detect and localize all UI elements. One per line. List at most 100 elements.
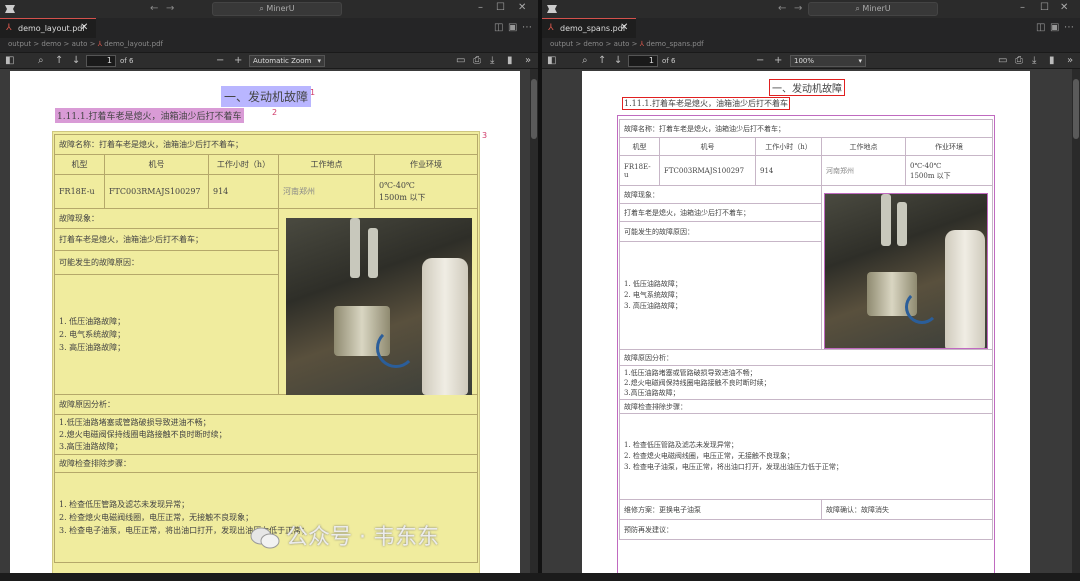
open-file-icon[interactable]: ▭ [456, 55, 465, 67]
list-item: 3.高压油路故障； [59, 441, 123, 451]
zoom-value: 100% [794, 57, 815, 65]
breadcrumb-item[interactable]: demo_spans.pdf [646, 40, 703, 48]
list-item: 2. 电气系统故障； [59, 330, 126, 339]
forward-arrow-icon[interactable]: → [794, 3, 802, 14]
split-editor-icon[interactable]: ◫ [1036, 22, 1045, 33]
header-cell: 机型 [54, 154, 105, 175]
doc-subtitle: 1.11.1.打着车老是熄火，油箱油少后打不着车 [622, 97, 790, 110]
forward-arrow-icon[interactable]: → [166, 3, 174, 14]
vertical-scrollbar[interactable] [1072, 69, 1080, 581]
page-number-input[interactable]: 1 [86, 55, 116, 67]
bookmark-icon[interactable]: ▮ [1049, 55, 1055, 67]
tab-bar: ⅄ demo_spans.pdf ✕ [542, 18, 1080, 38]
breadcrumb-item[interactable]: auto [614, 40, 630, 48]
prevention-label: 预防再发建议： [619, 519, 993, 540]
scrollbar-thumb[interactable] [1073, 79, 1079, 139]
pdf-file-icon: ⅄ [6, 23, 12, 33]
minimize-icon[interactable]: – [1020, 2, 1025, 13]
breadcrumb-item[interactable]: demo_layout.pdf [104, 40, 163, 48]
close-tab-icon[interactable]: ✕ [620, 22, 628, 33]
page-number-input[interactable]: 1 [628, 55, 658, 67]
zoom-in-icon[interactable]: + [774, 55, 782, 67]
phenomenon-label: 故障现象： [54, 208, 279, 229]
download-icon[interactable]: ⤓ [490, 55, 494, 67]
bookmark-icon[interactable]: ▮ [507, 55, 513, 67]
print-icon[interactable]: ⎙ [1015, 55, 1023, 67]
fault-name-cell: 故障名称：打着车老是熄火，油箱油少后打不着车； [54, 134, 478, 155]
back-arrow-icon[interactable]: ← [150, 3, 158, 14]
data-cell: FR18E-u [54, 174, 105, 209]
causes-label: 可能发生的故障原因： [54, 250, 279, 275]
list-item: 2.熄火电磁阀保持线圈电路接触不良时断时续； [59, 429, 227, 439]
layout-label: 3 [482, 131, 488, 140]
breadcrumb-item[interactable]: auto [72, 40, 88, 48]
vertical-scrollbar[interactable] [530, 69, 538, 581]
command-center[interactable]: ⌕ MinerU [808, 2, 938, 16]
header-cell: 作业环境 [374, 154, 478, 175]
breadcrumb-item[interactable]: output [550, 40, 573, 48]
wechat-logo-icon [250, 527, 280, 549]
next-page-icon[interactable]: ↓ [614, 55, 622, 67]
zoom-out-icon[interactable]: − [216, 55, 224, 67]
list-item: 2. 检查熄火电磁阀线圈，电压正常，无接触不良现象； [624, 452, 794, 460]
previous-page-icon[interactable]: ↑ [598, 55, 606, 67]
zoom-in-icon[interactable]: + [234, 55, 242, 67]
engine-photo [824, 193, 988, 349]
list-item: 1. 检查低压管路及滤芯未发现异常； [624, 441, 738, 449]
sidebar-toggle-icon[interactable]: ◧ [547, 55, 556, 67]
previous-page-icon[interactable]: ↑ [55, 55, 63, 67]
pdf-viewer[interactable]: 一、发动机故障 1 1.11.1.打着车老是熄火，油箱油少后打不着车 2 3 故… [0, 69, 538, 581]
layout-icon[interactable]: ▣ [1050, 22, 1059, 33]
split-editor-icon[interactable]: ◫ [494, 22, 503, 33]
close-tab-icon[interactable]: ✕ [80, 22, 88, 33]
minimize-icon[interactable]: – [478, 2, 483, 13]
header-cell: 工作地点 [278, 154, 375, 175]
download-icon[interactable]: ⤓ [1032, 55, 1036, 67]
data-cell: 914 [208, 174, 279, 209]
title-bar: ← → ⌕ MinerU – ☐ ✕ [542, 0, 1080, 18]
pdf-file-icon: ⅄ [639, 40, 644, 48]
more-tools-icon[interactable]: » [1067, 55, 1073, 67]
tab-demo-layout[interactable]: ⅄ demo_layout.pdf ✕ [0, 18, 96, 38]
pdf-toolbar: ◧ ⌕ ↑ ↓ 1 of 6 − + Automatic Zoom ▾ ▭ ⎙ ⤓… [0, 52, 538, 69]
more-actions-icon[interactable]: ⋯ [1064, 22, 1074, 33]
maximize-icon[interactable]: ☐ [1040, 2, 1049, 13]
zoom-out-icon[interactable]: − [756, 55, 764, 67]
engine-photo [286, 218, 472, 395]
header-cell: 作业环境 [905, 137, 993, 156]
back-arrow-icon[interactable]: ← [778, 3, 786, 14]
close-window-icon[interactable]: ✕ [1060, 2, 1068, 13]
breadcrumb-item[interactable]: demo [583, 40, 603, 48]
more-actions-icon[interactable]: ⋯ [522, 22, 532, 33]
next-page-icon[interactable]: ↓ [72, 55, 80, 67]
close-window-icon[interactable]: ✕ [518, 2, 526, 13]
maximize-icon[interactable]: ☐ [496, 2, 505, 13]
phenomenon-text: 打着车老是熄火，油箱油少后打不着车； [619, 203, 822, 222]
sidebar-toggle-icon[interactable]: ◧ [5, 55, 14, 67]
command-center[interactable]: ⌕ MinerU [212, 2, 342, 16]
layout-label: 2 [272, 108, 278, 117]
page-count: of 6 [120, 57, 134, 65]
breadcrumb-item[interactable]: demo [41, 40, 61, 48]
breadcrumb-item[interactable]: output [8, 40, 31, 48]
scrollbar-thumb[interactable] [531, 79, 537, 139]
pdf-viewer[interactable]: 一、发动机故障 1.11.1.打着车老是熄火，油箱油少后打不着车 故障名称：打着… [542, 69, 1080, 581]
layout-icon[interactable]: ▣ [508, 22, 517, 33]
search-icon[interactable]: ⌕ [582, 55, 588, 67]
app-icon [5, 5, 15, 13]
tab-bar: ⅄ demo_layout.pdf ✕ [0, 18, 538, 38]
analysis-list: 1.低压油路堵塞或管路破损导致进油不畅； 2.熄火电磁阀保持线圈电路接触不良时断… [54, 414, 478, 455]
zoom-select[interactable]: 100% ▾ [790, 55, 866, 67]
more-tools-icon[interactable]: » [525, 55, 531, 67]
open-file-icon[interactable]: ▭ [998, 55, 1007, 67]
zoom-select[interactable]: Automatic Zoom ▾ [249, 55, 325, 67]
print-icon[interactable]: ⎙ [473, 55, 481, 67]
tab-demo-spans[interactable]: ⅄ demo_spans.pdf ✕ [542, 18, 636, 38]
data-cell: 0℃-40℃ 1500m 以下 [374, 174, 478, 209]
search-icon[interactable]: ⌕ [38, 55, 44, 67]
causes-list: 1. 低压油路故障； 2. 电气系统故障； 3. 高压油路故障； [619, 241, 822, 350]
tab-label: demo_layout.pdf [18, 24, 86, 33]
watermark-text: 公众号 · 韦东东 [286, 525, 439, 550]
steps-label: 故障检查排除步骤： [619, 399, 993, 414]
status-strip [0, 573, 1080, 581]
